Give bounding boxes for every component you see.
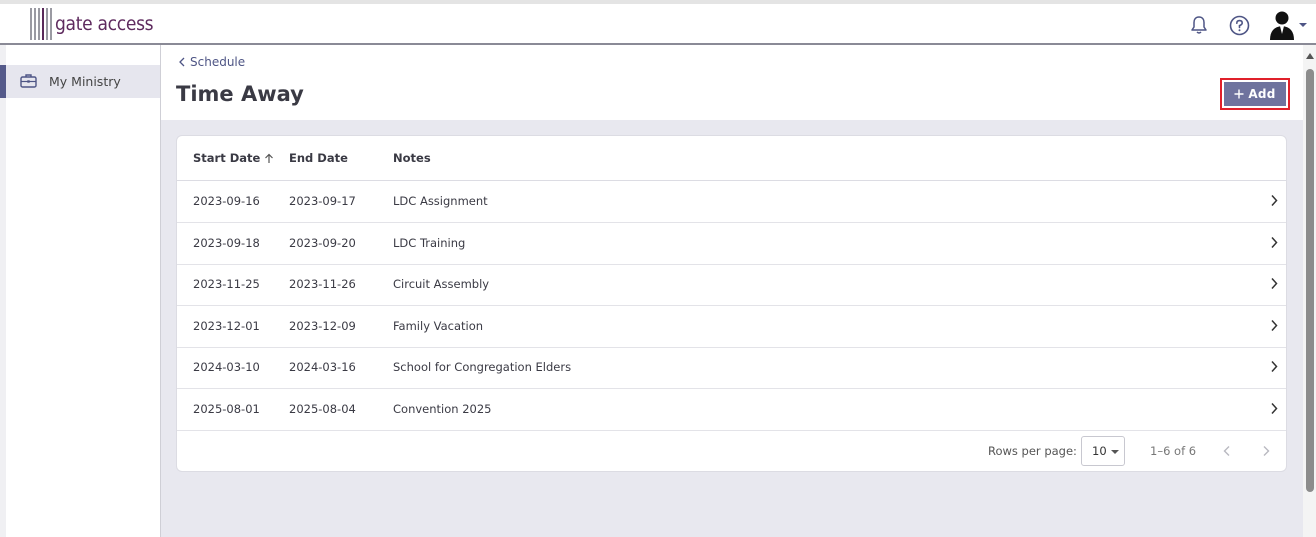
end-date-cell: 2024-03-16 xyxy=(289,360,356,374)
column-header-notes[interactable]: Notes xyxy=(393,151,431,165)
header-actions xyxy=(1188,8,1308,42)
caret-down-icon xyxy=(1111,450,1119,454)
time-away-table: Start Date End Date Notes 2023-09-16 202… xyxy=(176,135,1287,472)
end-date-cell: 2023-09-17 xyxy=(289,194,356,208)
briefcase-icon xyxy=(20,73,37,92)
notes-cell: LDC Assignment xyxy=(393,194,488,208)
chevron-left-icon xyxy=(179,57,185,67)
top-bar: gate access xyxy=(0,0,1316,45)
scroll-up-arrow-icon[interactable] xyxy=(1306,53,1314,59)
table-pagination: Rows per page: 10 1–6 of 6 xyxy=(177,430,1286,471)
table-row[interactable]: 2024-03-10 2024-03-16 School for Congreg… xyxy=(177,347,1286,389)
end-date-cell: 2023-11-26 xyxy=(289,277,356,291)
chevron-right-icon xyxy=(1271,194,1278,207)
app-logo[interactable]: gate access xyxy=(30,7,154,41)
table-row[interactable]: 2023-09-16 2023-09-17 LDC Assignment xyxy=(177,181,1286,223)
end-date-cell: 2023-09-20 xyxy=(289,236,356,250)
logo-mark xyxy=(30,8,52,40)
add-button-label: Add xyxy=(1248,87,1276,101)
notes-cell: LDC Training xyxy=(393,236,466,250)
table-row[interactable]: 2023-12-01 2023-12-09 Family Vacation xyxy=(177,306,1286,348)
breadcrumb-back-link[interactable]: Schedule xyxy=(178,55,245,69)
rows-per-page-select[interactable]: 10 xyxy=(1081,436,1125,466)
logo-text: gate access xyxy=(55,13,154,35)
pagination-range: 1–6 of 6 xyxy=(1150,444,1197,458)
table-header: Start Date End Date Notes xyxy=(177,136,1286,181)
scrollbar-thumb[interactable] xyxy=(1306,69,1314,492)
next-page-icon[interactable] xyxy=(1259,444,1273,458)
vertical-scrollbar[interactable] xyxy=(1303,45,1316,537)
start-date-cell: 2023-09-18 xyxy=(193,236,260,250)
start-date-cell: 2024-03-10 xyxy=(193,360,260,374)
plus-icon xyxy=(1234,89,1244,99)
table-row[interactable]: 2023-11-25 2023-11-26 Circuit Assembly xyxy=(177,264,1286,306)
notes-cell: Circuit Assembly xyxy=(393,277,490,291)
table-row[interactable]: 2023-09-18 2023-09-20 LDC Training xyxy=(177,223,1286,265)
user-avatar-icon xyxy=(1270,11,1294,40)
rows-per-page-value: 10 xyxy=(1092,444,1107,458)
caret-down-icon xyxy=(1299,23,1307,27)
chevron-right-icon xyxy=(1271,236,1278,249)
content-area: Start Date End Date Notes 2023-09-16 202… xyxy=(161,120,1303,537)
rows-per-page-label: Rows per page: xyxy=(988,444,1077,458)
start-date-cell: 2023-11-25 xyxy=(193,277,260,291)
end-date-cell: 2023-12-09 xyxy=(289,319,356,333)
chevron-right-icon xyxy=(1271,402,1278,415)
chevron-right-icon xyxy=(1271,360,1278,373)
chevron-right-icon xyxy=(1271,277,1278,290)
start-date-cell: 2023-12-01 xyxy=(193,319,260,333)
notes-cell: Convention 2025 xyxy=(393,402,492,416)
start-date-cell: 2023-09-16 xyxy=(193,194,260,208)
column-header-start-date[interactable]: Start Date xyxy=(193,151,274,165)
breadcrumb-label: Schedule xyxy=(190,55,246,69)
table-row[interactable]: 2025-08-01 2025-08-04 Convention 2025 xyxy=(177,389,1286,431)
page-title: Time Away xyxy=(176,82,304,106)
previous-page-icon[interactable] xyxy=(1220,444,1234,458)
chevron-right-icon xyxy=(1271,319,1278,332)
sidebar: My Ministry xyxy=(0,45,161,537)
sidebar-item-label: My Ministry xyxy=(49,74,121,89)
sidebar-item-my-ministry[interactable]: My Ministry xyxy=(0,65,160,98)
column-header-end-date[interactable]: End Date xyxy=(289,151,348,165)
notes-cell: Family Vacation xyxy=(393,319,484,333)
help-icon[interactable] xyxy=(1228,14,1250,36)
page-header: Schedule Time Away Add xyxy=(161,45,1303,120)
end-date-cell: 2025-08-04 xyxy=(289,402,356,416)
user-menu[interactable] xyxy=(1268,10,1308,40)
bell-icon[interactable] xyxy=(1188,14,1210,36)
sort-ascending-icon xyxy=(265,153,274,163)
add-time-away-button[interactable]: Add xyxy=(1220,78,1290,110)
notes-cell: School for Congregation Elders xyxy=(393,360,572,374)
start-date-cell: 2025-08-01 xyxy=(193,402,260,416)
